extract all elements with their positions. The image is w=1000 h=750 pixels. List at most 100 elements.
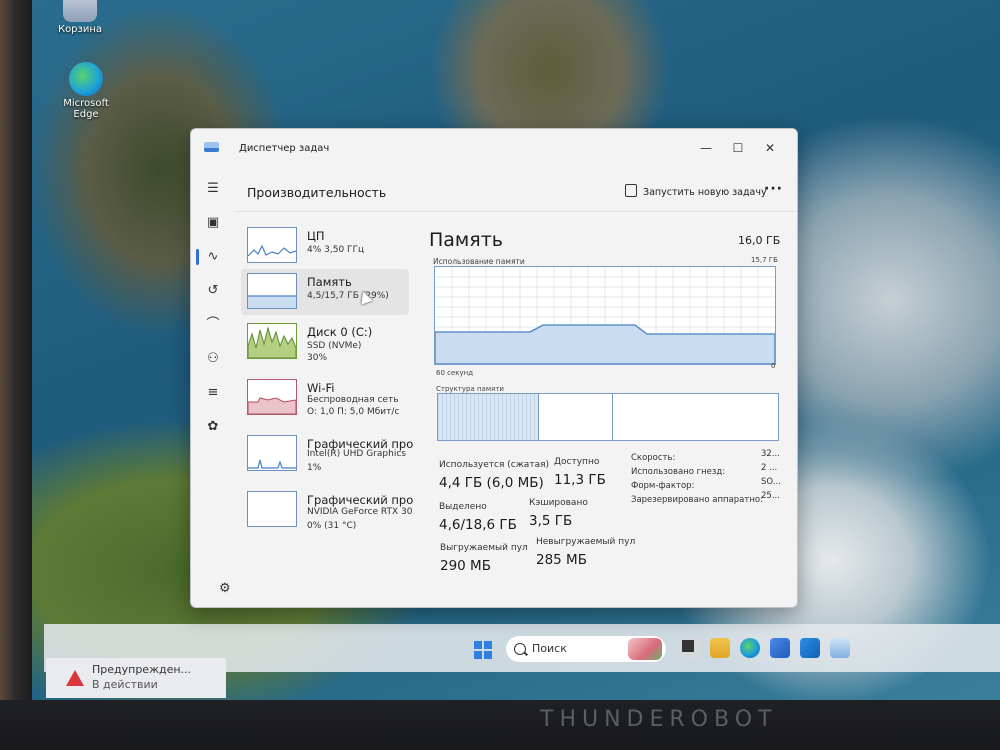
run-new-task-button[interactable]: Запустить новую задачу: [625, 184, 767, 198]
perf-item-title: Графический про: [307, 493, 414, 507]
perf-item-title: Память: [307, 275, 352, 289]
stat-label: Кэшировано: [529, 498, 588, 508]
app-history-icon[interactable]: ↺: [203, 281, 223, 301]
graph-axis-right: 0: [771, 362, 776, 370]
perf-item-detail: SSD (NVMe): [307, 341, 362, 351]
structure-segment-in-use: [438, 394, 539, 440]
perf-item-title: Wi-Fi: [307, 381, 335, 395]
detail-title: Память: [429, 229, 503, 251]
details-icon[interactable]: ≡: [203, 383, 223, 403]
wifi-thumbnail-graph: [247, 379, 297, 415]
more-options-button[interactable]: ···: [764, 181, 783, 197]
perf-item-detail: 1%: [307, 463, 322, 473]
spec-value: 25...: [761, 491, 780, 501]
start-button[interactable]: [474, 641, 492, 659]
cpu-thumbnail-graph: [247, 227, 297, 263]
nav-rail: ☰ ▣ ∿ ↺ ⌒ ⚇ ≡ ✿: [191, 165, 235, 607]
task-view-icon[interactable]: [680, 638, 700, 658]
maximize-button[interactable]: ☐: [723, 137, 753, 159]
perf-item-detail: 30%: [307, 353, 328, 363]
store-icon[interactable]: [770, 638, 790, 658]
edge-icon[interactable]: [740, 638, 760, 658]
processes-icon[interactable]: ▣: [203, 213, 223, 233]
memory-structure-bar: [437, 393, 779, 441]
perf-item-title: Диск 0 (C:): [307, 325, 373, 339]
taskbar-search[interactable]: Поиск: [506, 636, 666, 662]
spec-value: SO...: [761, 477, 781, 487]
gpu-nvidia-thumbnail-graph: [247, 491, 297, 527]
task-manager-icon: [204, 142, 219, 152]
warning-title: Предупрежден...: [92, 663, 192, 676]
settings-icon[interactable]: ⚙: [219, 581, 231, 596]
performance-icon[interactable]: ∿: [203, 247, 223, 267]
perf-item-detail: 0% (31 °C): [307, 521, 357, 531]
menu-icon[interactable]: ☰: [203, 179, 223, 199]
desktop-icon-label: Корзина: [57, 24, 103, 35]
users-icon[interactable]: ⚇: [203, 349, 223, 369]
stat-value: 11,3 ГБ: [554, 472, 606, 488]
task-manager-taskbar-icon[interactable]: [830, 638, 850, 658]
memory-usage-graph: [434, 266, 776, 365]
close-button[interactable]: ✕: [755, 137, 785, 159]
stat-value: 290 МБ: [440, 558, 491, 574]
perf-item-detail: Intel(R) UHD Graphics: [307, 449, 406, 459]
edge-desktop-icon[interactable]: Microsoft Edge: [56, 62, 116, 120]
laptop-bezel-bottom: [0, 700, 1000, 750]
perf-item-detail: 4% 3,50 ГГц: [307, 245, 365, 255]
perf-item-memory[interactable]: Память 4,5/15,7 ГБ (29%): [241, 269, 409, 315]
stat-label: Выделено: [439, 502, 487, 512]
desktop-icon-label: Microsoft Edge: [63, 98, 109, 120]
new-task-icon: [625, 184, 637, 197]
spec-label: Скорость:: [631, 453, 676, 463]
spec-label: Использовано гнезд:: [631, 467, 726, 477]
perf-item-detail: NVIDIA GeForce RTX 30: [307, 507, 413, 517]
gpu-intel-thumbnail-graph: [247, 435, 297, 471]
recycle-bin-desktop-icon[interactable]: Корзина: [50, 0, 110, 35]
structure-label: Структура памяти: [436, 385, 504, 393]
warning-widget[interactable]: Предупрежден... В действии: [46, 658, 226, 698]
laptop-brand-logo: THUNDEROBOT: [540, 707, 778, 732]
perf-item-disk[interactable]: Диск 0 (C:) SSD (NVMe) 30%: [241, 319, 409, 365]
window-title: Диспетчер задач: [239, 143, 330, 154]
minimize-button[interactable]: —: [691, 137, 721, 159]
page-title: Производительность: [247, 185, 387, 200]
usage-graph-max: 15,7 ГБ: [751, 256, 778, 264]
perf-item-detail: О: 1,0 П: 5,0 Мбит/с: [307, 407, 400, 417]
laptop-bezel-left: [0, 0, 32, 750]
search-placeholder: Поиск: [532, 642, 567, 655]
perf-item-gpu-nvidia[interactable]: Графический про NVIDIA GeForce RTX 30 0%…: [241, 487, 413, 533]
outlook-icon[interactable]: [800, 638, 820, 658]
header-divider: [235, 211, 797, 212]
file-explorer-icon[interactable]: [710, 638, 730, 658]
recycle-bin-icon: [63, 0, 97, 22]
stat-value: 285 МБ: [536, 552, 587, 568]
disk-thumbnail-graph: [247, 323, 297, 359]
stat-label: Невыгружаемый пул: [536, 537, 636, 547]
edge-icon: [69, 62, 103, 96]
memory-thumbnail-graph: [247, 273, 297, 309]
warning-subtitle: В действии: [92, 678, 158, 691]
perf-item-wifi[interactable]: Wi-Fi Беспроводная сеть О: 1,0 П: 5,0 Мб…: [241, 375, 409, 421]
startup-icon[interactable]: ⌒: [203, 315, 223, 335]
spec-value: 2 ...: [761, 463, 778, 473]
stat-label: Доступно: [554, 457, 600, 467]
services-icon[interactable]: ✿: [203, 417, 223, 437]
task-manager-window: Диспетчер задач — ☐ ✕ ☰ ▣ ∿ ↺ ⌒ ⚇ ≡ ✿ ⚙ …: [190, 128, 798, 608]
structure-segment-modified: [540, 394, 613, 440]
stat-value: 4,6/18,6 ГБ: [439, 517, 517, 533]
stat-value: 3,5 ГБ: [529, 513, 573, 529]
stat-label: Используется (сжатая): [439, 460, 550, 470]
perf-item-gpu-intel[interactable]: Графический про Intel(R) UHD Graphics 1%: [241, 431, 413, 477]
active-nav-indicator: [196, 249, 199, 265]
warning-icon: [66, 670, 84, 686]
perf-item-detail: 4,5/15,7 ГБ (29%): [307, 291, 389, 301]
spec-label: Зарезервировано аппаратно:: [631, 495, 763, 505]
search-highlight-image: [628, 638, 662, 660]
windows-logo-icon: [474, 641, 482, 649]
perf-item-title: ЦП: [307, 229, 325, 243]
title-bar[interactable]: Диспетчер задач — ☐ ✕: [191, 129, 797, 165]
spec-label: Форм-фактор:: [631, 481, 695, 491]
usage-graph-label: Использование памяти: [433, 257, 525, 266]
spec-value: 32...: [761, 449, 780, 459]
perf-item-cpu[interactable]: ЦП 4% 3,50 ГГц: [241, 223, 409, 269]
